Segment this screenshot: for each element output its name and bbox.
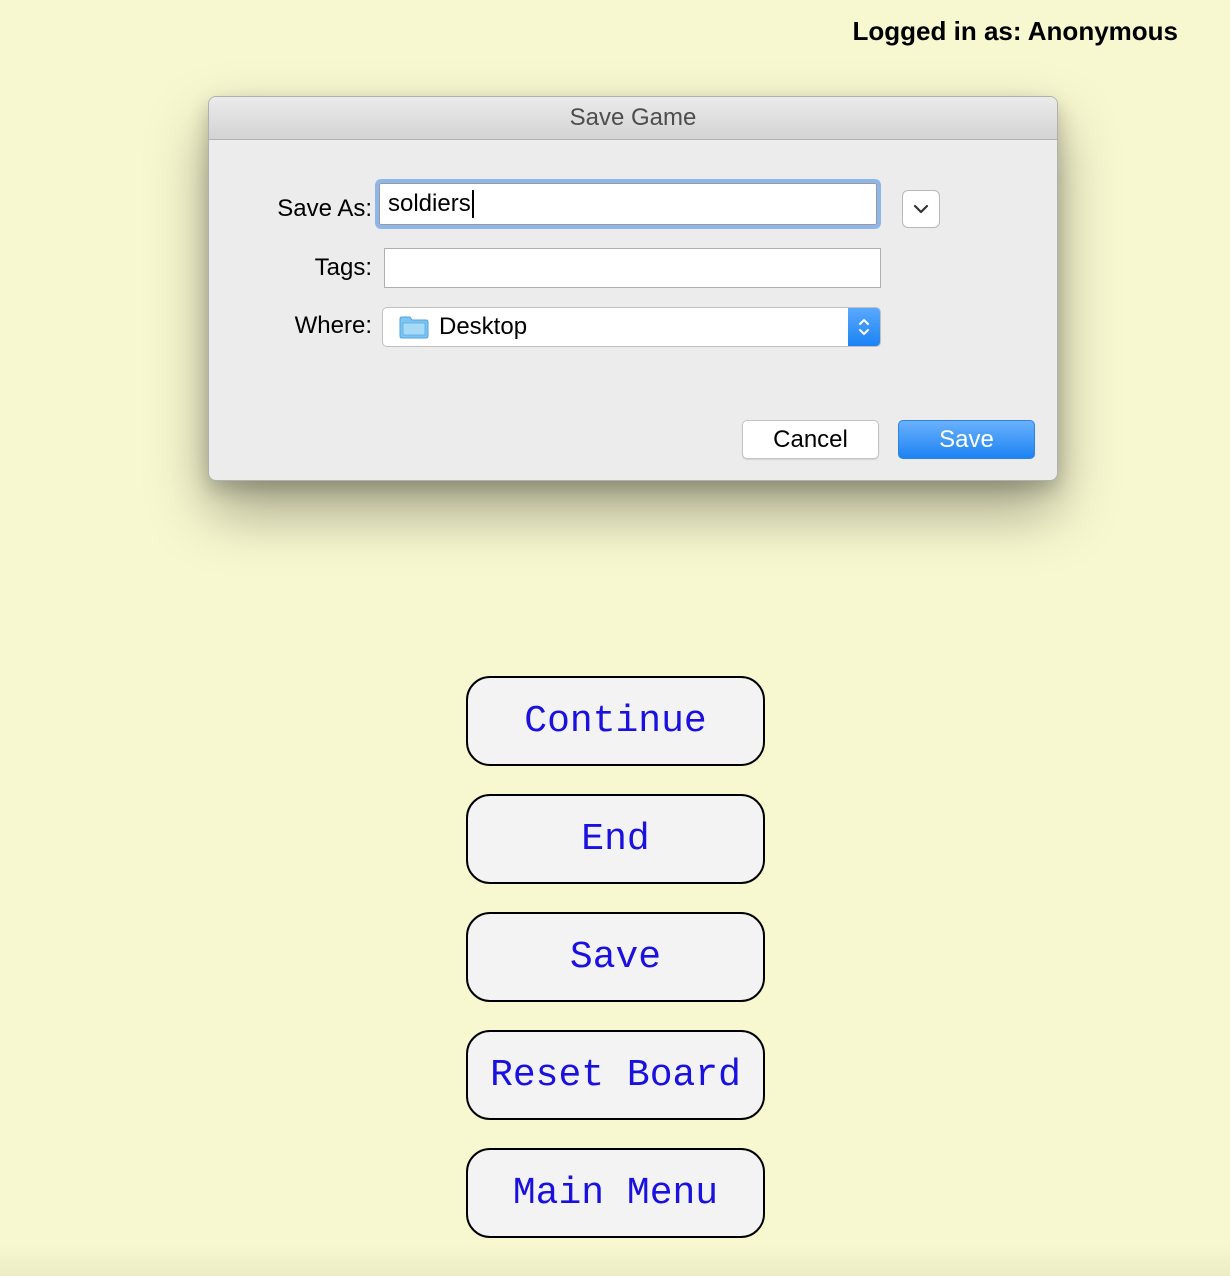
main-menu-button[interactable]: Main Menu bbox=[466, 1148, 765, 1238]
save-as-value: soldiers bbox=[388, 190, 471, 217]
end-button[interactable]: End bbox=[466, 794, 765, 884]
save-game-button[interactable]: Save bbox=[466, 912, 765, 1002]
save-as-input[interactable]: soldiers bbox=[375, 179, 881, 229]
where-stepper[interactable] bbox=[848, 308, 880, 346]
bottom-strip bbox=[0, 1244, 1230, 1276]
where-value: Desktop bbox=[439, 313, 528, 340]
dialog-titlebar: Save Game bbox=[209, 97, 1057, 140]
chevron-down-icon bbox=[913, 204, 929, 214]
game-menu: Continue End Save Reset Board Main Menu bbox=[466, 676, 765, 1266]
up-down-arrows-icon bbox=[859, 319, 869, 335]
where-label: Where: bbox=[294, 312, 372, 339]
tags-input[interactable] bbox=[384, 248, 881, 288]
expand-dialog-button[interactable] bbox=[902, 190, 940, 228]
tags-label: Tags: bbox=[314, 254, 372, 281]
folder-icon bbox=[399, 316, 429, 339]
save-button[interactable]: Save bbox=[898, 420, 1035, 459]
continue-button[interactable]: Continue bbox=[466, 676, 765, 766]
save-as-label: Save As: bbox=[277, 195, 372, 222]
reset-board-button[interactable]: Reset Board bbox=[466, 1030, 765, 1120]
save-dialog: Save Game Save As: soldiers Tags: Where:… bbox=[208, 96, 1058, 481]
dialog-title: Save Game bbox=[569, 104, 697, 131]
text-caret bbox=[471, 190, 474, 218]
where-select[interactable]: Desktop bbox=[382, 307, 881, 347]
user-status: Logged in as: Anonymous bbox=[852, 16, 1178, 46]
cancel-button[interactable]: Cancel bbox=[742, 420, 879, 459]
